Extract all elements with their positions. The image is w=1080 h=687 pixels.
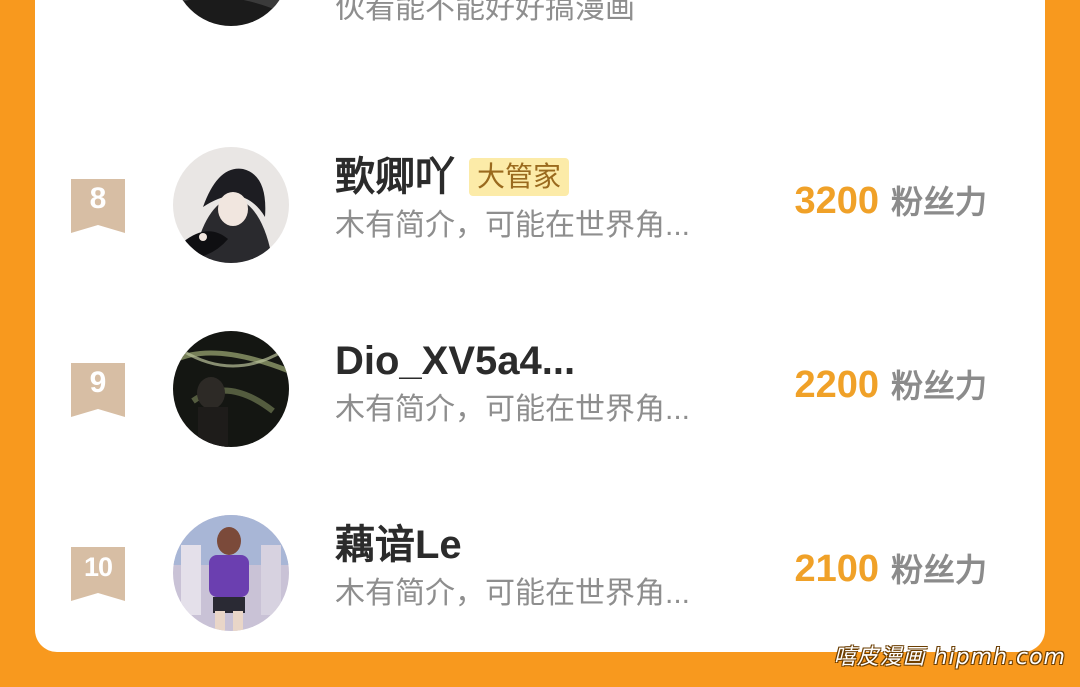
fans-label: 粉丝力 — [890, 184, 987, 220]
rank-number: 8 — [89, 182, 107, 215]
user-avatar[interactable] — [173, 515, 289, 631]
fans-count: 2200 — [794, 364, 879, 406]
user-name[interactable]: 歅卿吖 — [335, 153, 455, 201]
rank-number: 9 — [89, 366, 107, 399]
user-name[interactable]: Dio_XV5a4... — [335, 337, 575, 385]
user-name[interactable]: 藕谙Le — [335, 521, 462, 569]
ranking-row-partial[interactable]: 伙看能不能好好搞漫画 — [35, 0, 1045, 30]
fans-label: 粉丝力 — [890, 552, 987, 588]
site-watermark: 嘻皮漫画 hipmh.com — [833, 645, 1066, 670]
fans-power: 2100 粉丝力 — [794, 545, 987, 593]
user-avatar[interactable] — [173, 147, 289, 263]
fan-ranking-card: 伙看能不能好好搞漫画 8 歅卿吖 大管家 木有简介，可能在世界角... 3200… — [35, 0, 1045, 652]
rank-badge: 10 — [71, 547, 125, 601]
user-bio: 木有简介，可能在世界角... — [335, 209, 691, 242]
fans-power: 3200 粉丝力 — [794, 177, 987, 225]
ranking-row[interactable]: 8 歅卿吖 大管家 木有简介，可能在世界角... 3200 粉丝力 — [35, 137, 1045, 267]
fans-label: 粉丝力 — [890, 368, 987, 404]
fans-count: 3200 — [794, 180, 879, 222]
user-name-line: 歅卿吖 大管家 — [335, 153, 570, 201]
fans-power: 2200 粉丝力 — [794, 361, 987, 409]
ranking-row[interactable]: 10 藕谙Le 木有简介，可能在世界角... 2100 粉丝力 — [35, 505, 1045, 635]
user-bio: 伙看能不能好好搞漫画 — [335, 0, 635, 25]
user-avatar[interactable] — [173, 0, 289, 26]
user-bio: 木有简介，可能在世界角... — [335, 393, 691, 426]
rank-badge: 9 — [71, 363, 125, 417]
rank-number: 10 — [83, 552, 113, 582]
user-bio: 木有简介，可能在世界角... — [335, 577, 691, 610]
user-avatar[interactable] — [173, 331, 289, 447]
user-name-line: 藕谙Le — [335, 521, 462, 569]
ranking-row[interactable]: 9 Dio_XV5a4... 木有简介，可能在世界角... 2200 粉丝力 — [35, 321, 1045, 451]
fans-count: 2100 — [794, 548, 879, 590]
role-tag: 大管家 — [469, 158, 570, 196]
rank-badge: 8 — [71, 179, 125, 233]
user-name-line: Dio_XV5a4... — [335, 337, 575, 385]
